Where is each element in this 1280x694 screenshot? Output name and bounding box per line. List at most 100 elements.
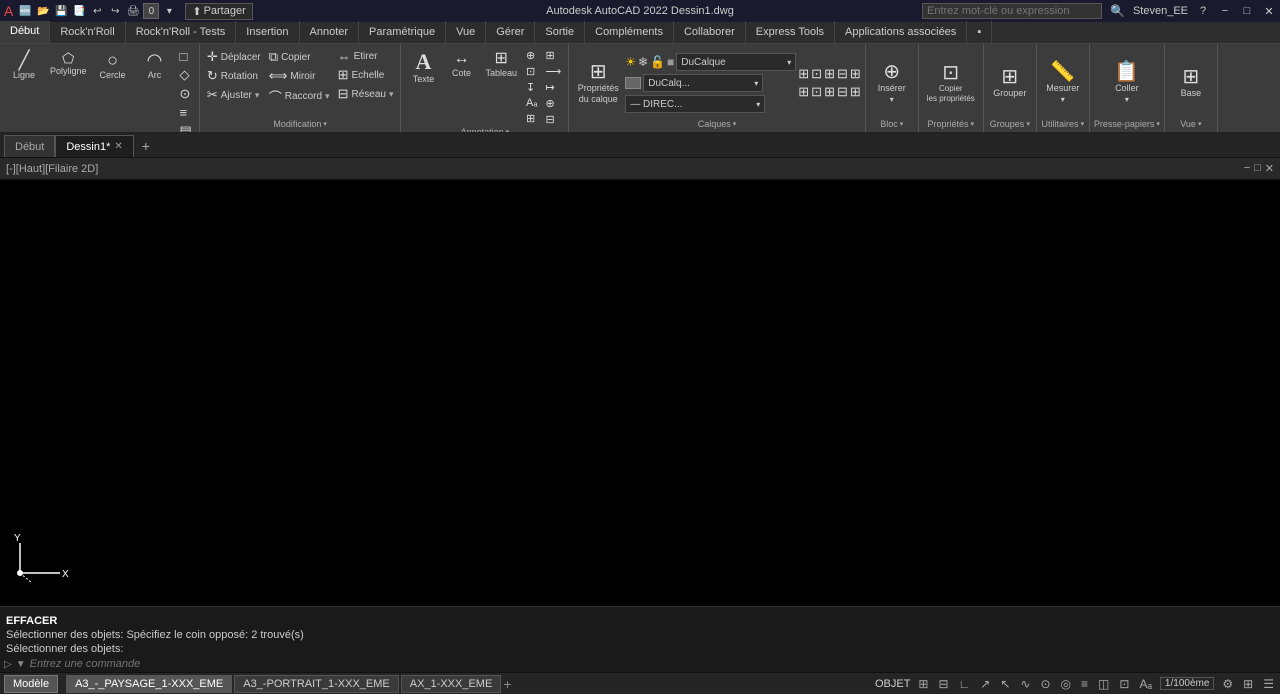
search-icon[interactable]: 🔍 bbox=[1110, 4, 1125, 18]
tab-extra[interactable]: ▪ bbox=[967, 21, 992, 43]
reseau-button[interactable]: ⊟ Réseau ▾ bbox=[335, 85, 397, 103]
canvas-area[interactable]: Y X × bbox=[0, 180, 1280, 606]
cote-button[interactable]: ↔ Cote bbox=[443, 48, 479, 82]
modif-group-label[interactable]: Modification▾ bbox=[204, 118, 397, 132]
miroir-button[interactable]: ⟺ Miroir bbox=[266, 67, 333, 85]
doc-tab-close-icon[interactable]: ✕ bbox=[114, 141, 122, 152]
losange-button[interactable]: ◇ bbox=[177, 66, 195, 84]
calque-icon8[interactable]: ⊞ bbox=[824, 84, 835, 100]
hatch-button[interactable]: ≡ bbox=[177, 104, 195, 121]
gradient-button[interactable]: ▤ bbox=[177, 122, 195, 134]
repere-button[interactable]: ⊕ bbox=[523, 48, 540, 63]
style-texte-button[interactable]: Aₐ bbox=[523, 96, 540, 110]
polyligne-button[interactable]: ⬠ Polyligne bbox=[46, 48, 91, 80]
layer-sun-icon[interactable]: ☀ bbox=[625, 55, 636, 69]
plan-button[interactable]: ↧ bbox=[523, 80, 540, 95]
lineweight-icon[interactable]: ≡ bbox=[1079, 677, 1090, 691]
zoom-level[interactable]: 1/100ème bbox=[1160, 677, 1214, 690]
ellipse-button[interactable]: ⊙ bbox=[177, 85, 195, 103]
calque-icon10[interactable]: ⊞ bbox=[850, 84, 861, 100]
vp-close-btn[interactable]: ✕ bbox=[1265, 162, 1274, 175]
mesurer-button[interactable]: 📏 Mesurer ▾ bbox=[1041, 59, 1085, 107]
tab-express[interactable]: Express Tools bbox=[746, 21, 835, 43]
tab-vue[interactable]: Vue bbox=[446, 21, 486, 43]
annot-group-label[interactable]: Annotation▾ bbox=[405, 127, 564, 134]
snap-icon[interactable]: ⊟ bbox=[936, 677, 950, 691]
layout-tab-2[interactable]: A3_-PORTRAIT_1-XXX_EME bbox=[234, 675, 399, 693]
calque-icon2[interactable]: ⊡ bbox=[811, 66, 822, 82]
tab-appli[interactable]: Applications associées bbox=[835, 21, 967, 43]
model-tab[interactable]: Modèle bbox=[4, 675, 58, 693]
tab-rocknroll-tests[interactable]: Rock'n'Roll - Tests bbox=[126, 21, 237, 43]
groupes-group-label[interactable]: Groupes▾ bbox=[988, 118, 1032, 132]
dynamic-icon[interactable]: ◎ bbox=[1059, 677, 1073, 691]
layout-tab-3[interactable]: AX_1-XXX_EME bbox=[401, 675, 502, 693]
rect-button[interactable]: □ bbox=[177, 48, 195, 65]
mark-button[interactable]: ↦ bbox=[542, 80, 564, 95]
doc-tab-dessin1[interactable]: Dessin1* ✕ bbox=[55, 135, 133, 157]
coller-button[interactable]: 📋 Coller ▾ bbox=[1105, 59, 1149, 107]
app-icon[interactable]: A bbox=[4, 3, 13, 19]
close-btn[interactable]: ✕ bbox=[1262, 4, 1276, 18]
tab-annoter[interactable]: Annoter bbox=[300, 21, 360, 43]
color-dropdown[interactable]: DuCalq... ▾ bbox=[643, 74, 763, 92]
undo-btn[interactable]: ↩ bbox=[89, 3, 105, 19]
customize-icon[interactable]: ☰ bbox=[1261, 677, 1276, 691]
inserer-button[interactable]: ⊕ Insérer ▾ bbox=[870, 59, 914, 107]
doc-tab-debut[interactable]: Début bbox=[4, 135, 55, 157]
vp-restore-btn[interactable]: □ bbox=[1254, 162, 1261, 175]
tab-insertion[interactable]: Insertion bbox=[236, 21, 299, 43]
vp-minimize-btn[interactable]: − bbox=[1244, 162, 1250, 175]
layer-freeze-icon[interactable]: ❄ bbox=[638, 55, 648, 69]
annot-extra-button[interactable]: ⊟ bbox=[542, 112, 564, 127]
layer-lock-icon[interactable]: 🔓 bbox=[650, 55, 665, 69]
layout-tab-1[interactable]: A3_-_PAYSAGE_1-XXX_EME bbox=[66, 675, 232, 693]
osnap-icon[interactable]: ⊙ bbox=[1038, 677, 1052, 691]
calque-icon4[interactable]: ⊟ bbox=[837, 66, 848, 82]
calque-icon9[interactable]: ⊟ bbox=[837, 84, 848, 100]
ligne-button[interactable]: ╱ Ligne bbox=[4, 48, 44, 84]
tab-rocknroll[interactable]: Rock'n'Roll bbox=[50, 21, 125, 43]
cercle-button[interactable]: ○ Cercle bbox=[93, 48, 133, 84]
copier-prop-button[interactable]: ⊡ Copierles propriétés bbox=[923, 60, 979, 106]
minimize-btn[interactable]: − bbox=[1218, 4, 1232, 18]
layer-color-icon[interactable]: ■ bbox=[667, 55, 674, 69]
calque-icon3[interactable]: ⊞ bbox=[824, 66, 835, 82]
echelle-button[interactable]: ⊞ Echelle bbox=[335, 66, 397, 84]
layer-main-dropdown[interactable]: DuCalque ▾ bbox=[676, 53, 796, 71]
redo-btn[interactable]: ↪ bbox=[107, 3, 123, 19]
copier-button[interactable]: ⧉ Copier bbox=[266, 48, 333, 66]
polar-icon[interactable]: ↗ bbox=[978, 677, 992, 691]
command-input[interactable] bbox=[30, 658, 1276, 670]
arc-button[interactable]: ◠ Arc bbox=[135, 48, 175, 84]
workspace-btn[interactable]: ▾ bbox=[161, 3, 177, 19]
color-swatch[interactable] bbox=[625, 77, 641, 89]
tab-collaborer[interactable]: Collaborer bbox=[674, 21, 746, 43]
save-btn[interactable]: 💾 bbox=[53, 3, 69, 19]
presse-group-label[interactable]: Presse-papiers▾ bbox=[1094, 118, 1160, 132]
doc-tab-new[interactable]: + bbox=[134, 135, 158, 157]
calque-icon5[interactable]: ⊞ bbox=[850, 66, 861, 82]
help-btn[interactable]: ? bbox=[1196, 4, 1210, 18]
tab-gerer[interactable]: Gérer bbox=[486, 21, 535, 43]
fullscreen-icon[interactable]: ⊞ bbox=[1241, 677, 1255, 691]
raccord-button[interactable]: ⌒ Raccord ▾ bbox=[266, 86, 333, 107]
calque-group-label[interactable]: Calques▾ bbox=[573, 118, 861, 132]
base-button[interactable]: ⊞ Base bbox=[1169, 64, 1213, 102]
annotscale-icon[interactable]: Aₐ bbox=[1137, 677, 1153, 691]
tab-debut[interactable]: Début bbox=[0, 21, 50, 43]
workspace-icon[interactable]: ⚙ bbox=[1220, 677, 1235, 691]
grouper-button[interactable]: ⊞ Grouper bbox=[988, 64, 1032, 102]
tolerances-button[interactable]: ⊡ bbox=[523, 64, 540, 79]
ortho-icon[interactable]: ∟ bbox=[957, 677, 973, 691]
calque-icon6[interactable]: ⊞ bbox=[798, 84, 809, 100]
grid-icon[interactable]: ⊞ bbox=[916, 677, 930, 691]
texte-button[interactable]: A Texte bbox=[405, 48, 441, 88]
isoplane-icon[interactable]: ↖ bbox=[998, 677, 1012, 691]
util-group-label[interactable]: Utilitaires▾ bbox=[1041, 118, 1085, 132]
new-btn[interactable]: 🆕 bbox=[17, 3, 33, 19]
calque-icon1[interactable]: ⊞ bbox=[798, 66, 809, 82]
plot-btn[interactable]: 🖨 bbox=[125, 3, 141, 19]
saveas-btn[interactable]: 📑 bbox=[71, 3, 87, 19]
share-button[interactable]: ⬆ Partager bbox=[185, 3, 252, 20]
